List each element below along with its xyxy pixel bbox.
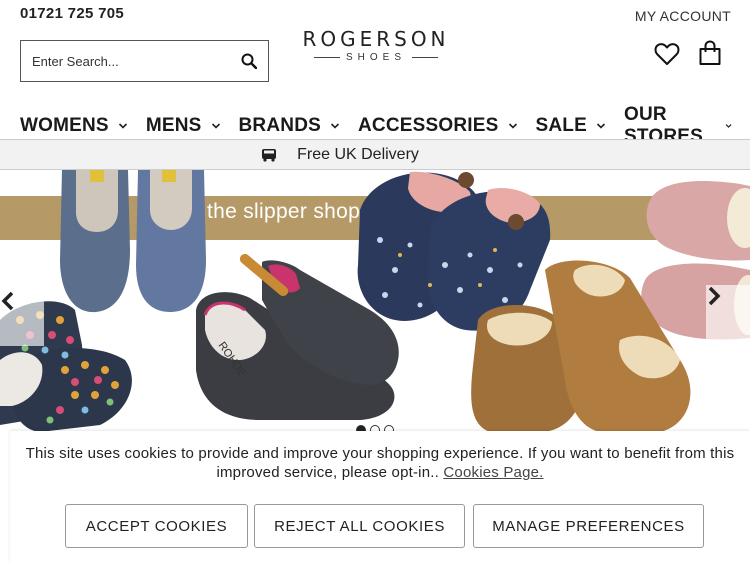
- banner-text: the slipper shop: [207, 200, 361, 223]
- nav-item-label: SALE: [535, 115, 587, 136]
- slider-prev-button[interactable]: [0, 290, 44, 346]
- chevron-down-icon: [508, 123, 517, 129]
- chevron-down-icon: [330, 123, 340, 129]
- nav-item-label: MENS: [145, 115, 202, 136]
- accept-cookies-button[interactable]: ACCEPT COOKIES: [65, 504, 248, 548]
- chevron-down-icon: [118, 123, 127, 129]
- chevron-down-icon: [725, 124, 732, 128]
- cookie-message: This site uses cookies to provide and im…: [25, 445, 735, 481]
- manage-preferences-button[interactable]: MANAGE PREFERENCES: [473, 504, 704, 548]
- reject-all-cookies-button[interactable]: REJECT ALL COOKIES: [254, 504, 465, 548]
- nav-item-label: BRANDS: [238, 115, 321, 136]
- truck-icon: [262, 148, 277, 162]
- cookie-banner: This site uses cookies to provide and im…: [10, 431, 750, 563]
- delivery-banner: Free UK Delivery: [0, 139, 750, 170]
- search-icon[interactable]: [241, 53, 257, 69]
- cookies-page-link[interactable]: Cookies Page.: [443, 464, 543, 481]
- chevron-down-icon: [596, 123, 606, 129]
- chevron-left-icon: [1, 291, 14, 311]
- nav-item-label: WOMENS: [20, 115, 109, 136]
- delivery-text: Free UK Delivery: [297, 145, 419, 163]
- logo-wordmark: ROGERSON: [302, 27, 450, 51]
- site-logo[interactable]: ROGERSON SHOES: [299, 28, 453, 63]
- slider-next-button[interactable]: [706, 285, 750, 341]
- search-input[interactable]: Enter Search...: [32, 54, 241, 69]
- chevron-right-icon: [708, 286, 721, 306]
- heart-icon[interactable]: [654, 41, 680, 67]
- chevron-down-icon: [211, 123, 220, 129]
- phone-number[interactable]: 01721 725 705: [20, 5, 124, 22]
- nav-item-label: ACCESSORIES: [358, 115, 499, 136]
- search-box[interactable]: Enter Search...: [20, 40, 269, 82]
- cookie-message-block: This site uses cookies to provide and im…: [10, 444, 750, 482]
- hero-slider[interactable]: ROHDE the slipper shop: [0, 170, 750, 432]
- my-account-link[interactable]: MY ACCOUNT: [635, 8, 731, 24]
- slipper-hero-image: ROHDE: [0, 170, 750, 432]
- shopping-bag-icon[interactable]: [697, 40, 723, 66]
- logo-subtitle: SHOES: [345, 52, 406, 63]
